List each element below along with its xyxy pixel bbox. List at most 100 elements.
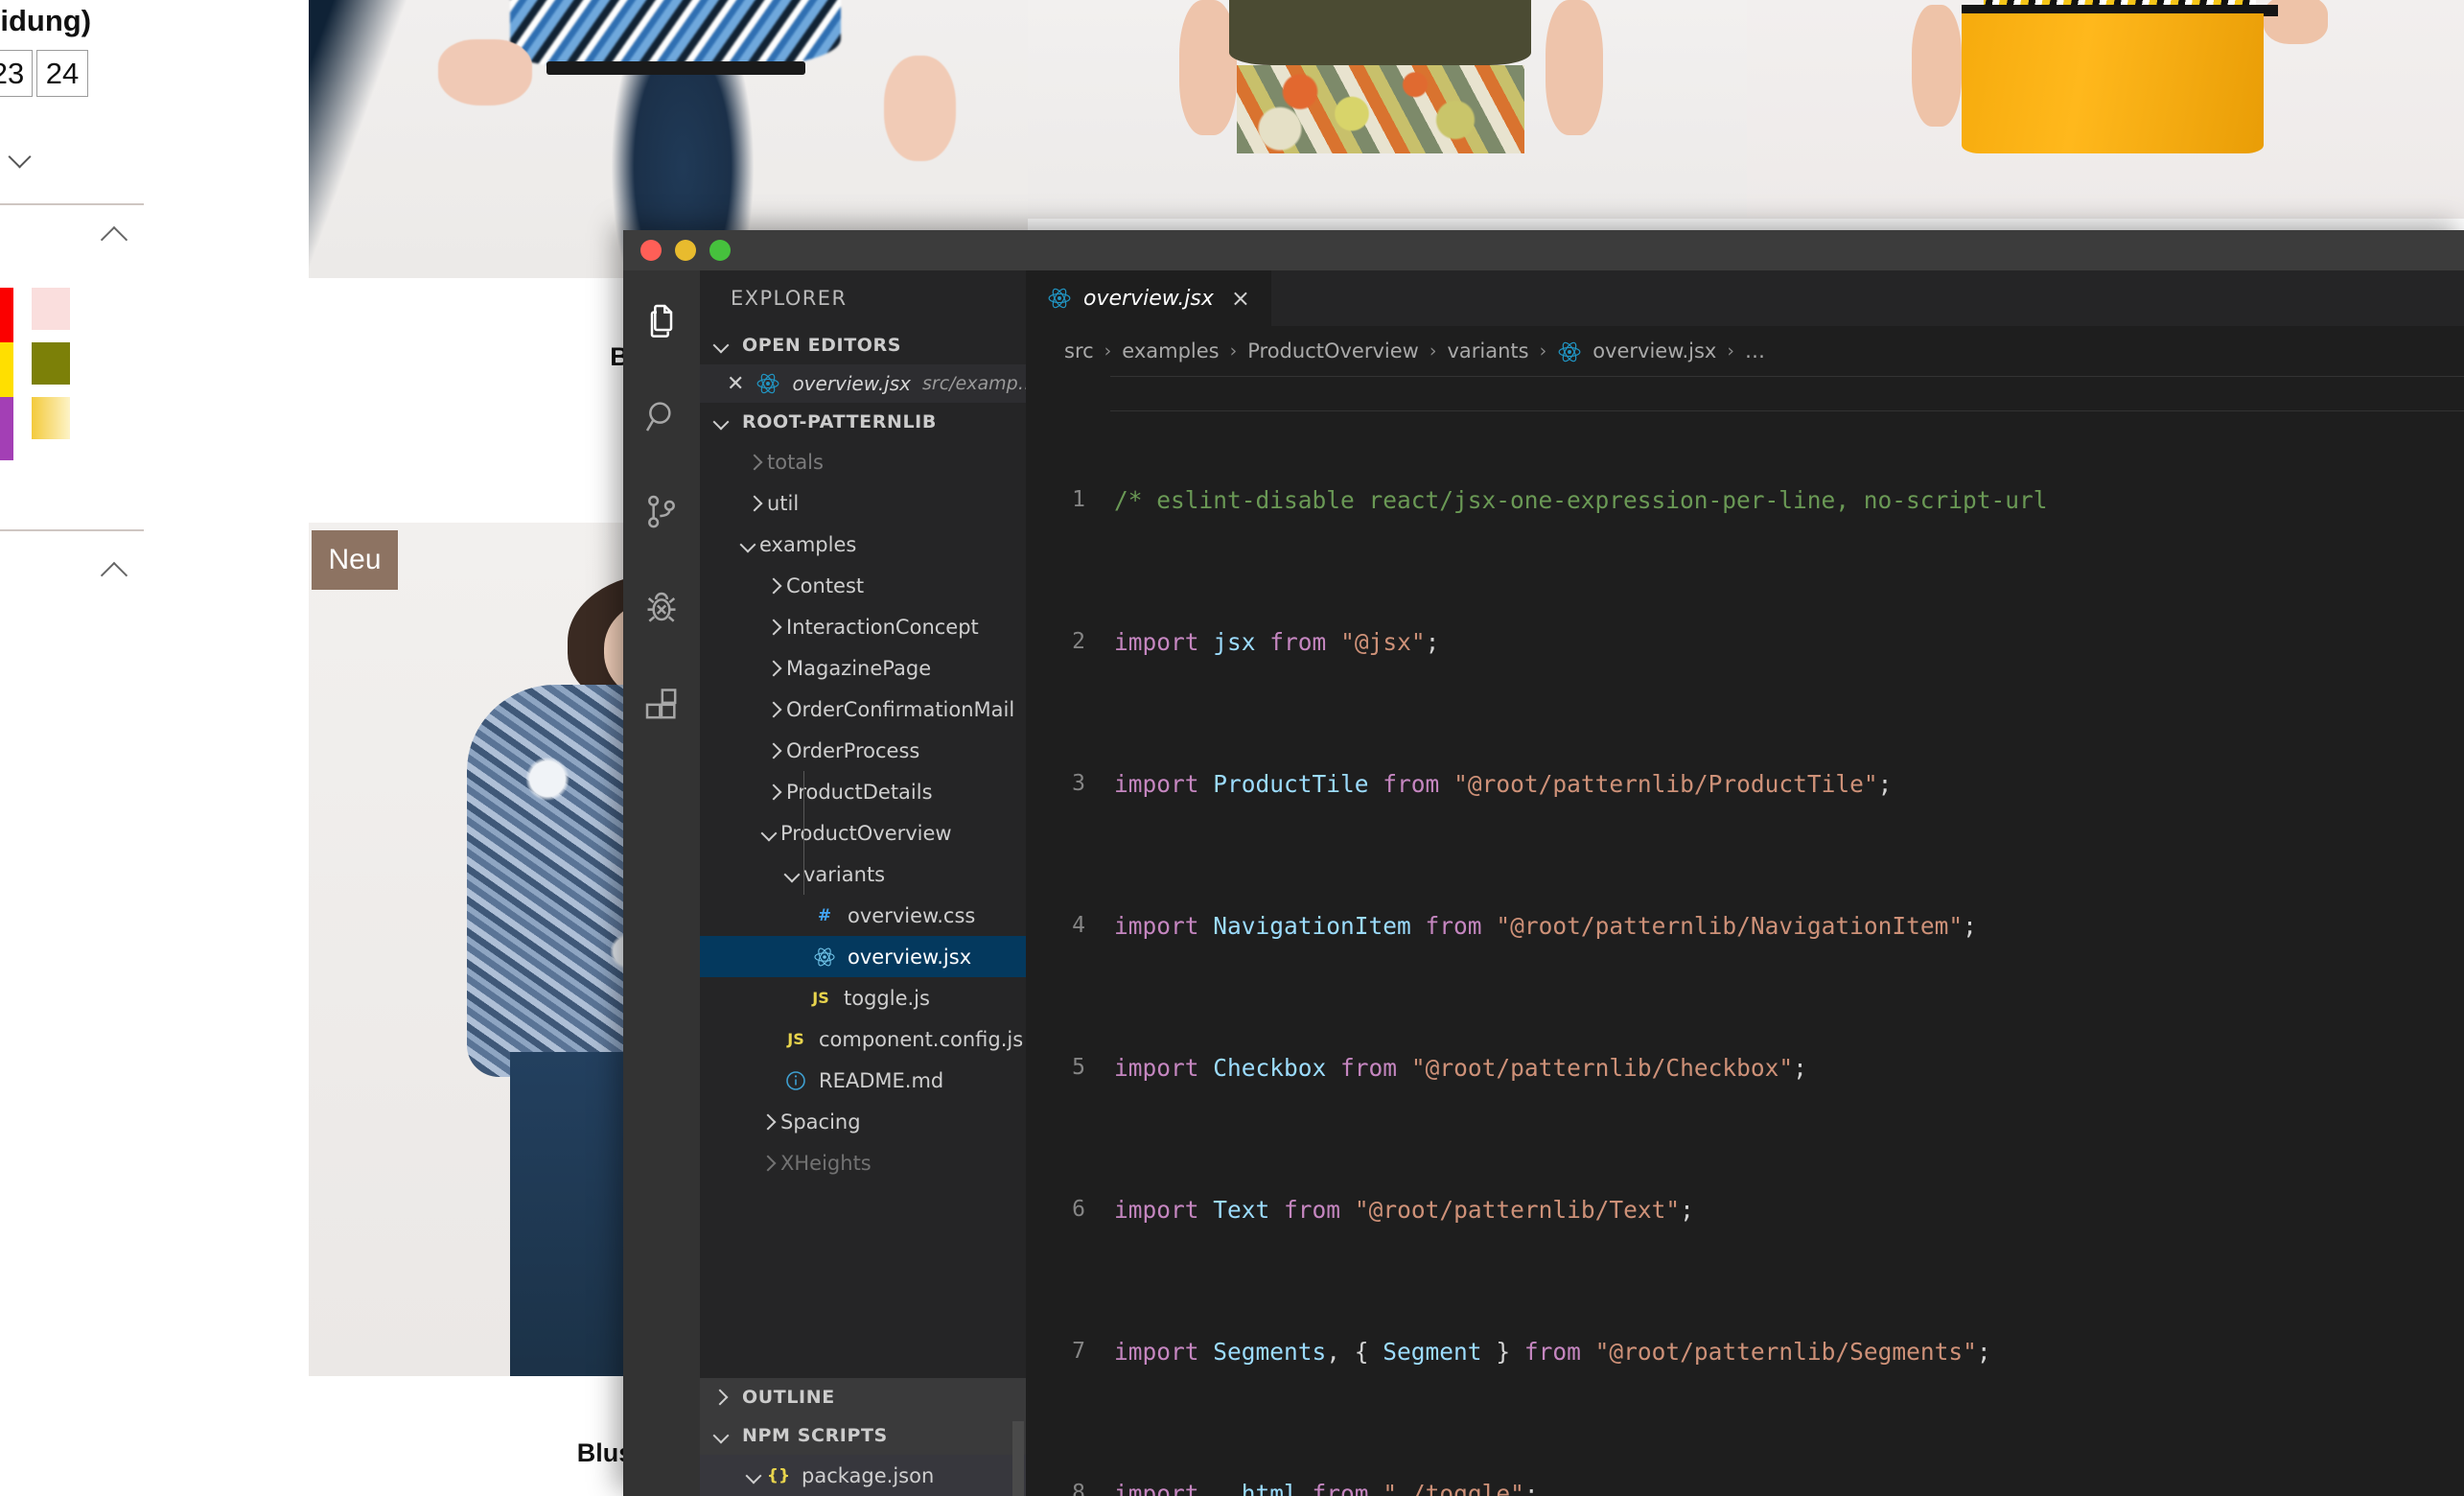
breadcrumb[interactable]: src › examples › ProductOverview › varia… — [1026, 326, 2464, 376]
line-content[interactable]: import __html from "./toggle"; — [1110, 1476, 2464, 1496]
chevron-up-icon[interactable] — [101, 219, 133, 251]
zoom-window-button[interactable] — [709, 240, 731, 261]
breadcrumb-item-variants[interactable]: variants — [1447, 339, 1528, 362]
code-line[interactable]: 7 import Segments, { Segment } from "@ro… — [1026, 1334, 2464, 1369]
vscode-window[interactable]: EXPLORER OPEN EDITORS ✕ overview.jsx src… — [623, 230, 2464, 1496]
tree-item-orderprocess[interactable]: OrderProcess — [700, 730, 1026, 771]
tree-item-productoverview[interactable]: ProductOverview — [700, 812, 1026, 853]
tree-item-label: variants — [803, 862, 886, 886]
tab-label: overview.jsx — [1083, 286, 1214, 311]
window-titlebar[interactable] — [623, 230, 2464, 270]
sidebar-scrollbar[interactable] — [1012, 1421, 1024, 1496]
activity-bar-item-source-control[interactable] — [635, 487, 688, 541]
tree-item-overview-css[interactable]: # overview.css — [700, 895, 1026, 936]
line-content[interactable]: import Segments, { Segment } from "@root… — [1110, 1334, 2464, 1369]
breadcrumb-item-more[interactable]: … — [1745, 339, 1765, 362]
tree-item-toggle-js[interactable]: JS toggle.js — [700, 977, 1026, 1018]
file-tree[interactable]: totals util examples Contest Interaction… — [700, 441, 1026, 1496]
line-number: 4 — [1072, 913, 1085, 938]
current-line-highlight — [1110, 376, 2464, 411]
activity-bar-item-run-and-debug[interactable] — [635, 583, 688, 637]
explorer-sidebar[interactable]: EXPLORER OPEN EDITORS ✕ overview.jsx src… — [700, 270, 1036, 1496]
code-lines[interactable]: 1 /* eslint-disable react/jsx-one-expres… — [1026, 376, 2464, 1496]
code-editor[interactable]: 1 /* eslint-disable react/jsx-one-expres… — [1026, 376, 2464, 1496]
line-content[interactable]: import Text from "@root/patternlib/Text"… — [1110, 1192, 2464, 1227]
close-icon[interactable]: ✕ — [727, 372, 744, 396]
open-editor-item[interactable]: ✕ overview.jsx src/examp… — [700, 364, 1036, 403]
tree-item-orderconfirmationmail[interactable]: OrderConfirmationMail — [700, 689, 1026, 730]
tree-item-label: MagazinePage — [786, 656, 932, 680]
color-swatch[interactable] — [32, 288, 70, 330]
chevron-right-icon — [765, 699, 786, 720]
tree-item-magazinepage[interactable]: MagazinePage — [700, 647, 1026, 689]
activity-bar-item-explorer[interactable] — [635, 295, 688, 349]
filter-expand-row[interactable]: gen — [0, 139, 34, 172]
line-content[interactable]: /* eslint-disable react/jsx-one-expressi… — [1110, 482, 2464, 518]
line-content[interactable]: import ProductTile from "@root/patternli… — [1110, 766, 2464, 802]
size-option[interactable]: 23 — [0, 50, 33, 97]
chevron-down-icon — [782, 864, 803, 885]
line-number: 8 — [1072, 1481, 1085, 1496]
breadcrumb-item-examples[interactable]: examples — [1122, 339, 1219, 362]
tab-overview-jsx[interactable]: overview.jsx × — [1026, 270, 1272, 326]
close-window-button[interactable] — [640, 240, 662, 261]
tree-item-label: toggle.js — [844, 986, 930, 1010]
section-outline[interactable]: OUTLINE — [700, 1378, 1026, 1416]
tree-item-variants[interactable]: variants — [700, 853, 1026, 895]
tree-item-util[interactable]: util — [700, 482, 1026, 524]
code-line[interactable]: 5 import Checkbox from "@root/patternlib… — [1026, 1050, 2464, 1086]
code-line[interactable]: 1 /* eslint-disable react/jsx-one-expres… — [1026, 482, 2464, 518]
code-line[interactable]: 3 import ProductTile from "@root/pattern… — [1026, 766, 2464, 802]
tree-item-totals[interactable]: totals — [700, 441, 1026, 482]
code-line[interactable]: 4 import NavigationItem from "@root/patt… — [1026, 908, 2464, 944]
tree-item-spacing[interactable]: Spacing — [700, 1101, 1026, 1142]
chevron-down-icon — [711, 1425, 732, 1446]
tree-item-label: util — [767, 491, 800, 515]
close-icon[interactable]: × — [1231, 285, 1250, 312]
tree-item-label: overview.css — [848, 903, 976, 927]
activity-bar-item-extensions[interactable] — [635, 679, 688, 733]
size-option[interactable]: 24 — [36, 50, 88, 97]
chevron-up-icon[interactable] — [101, 554, 133, 587]
extensions-icon — [642, 685, 681, 727]
code-line[interactable]: 6 import Text from "@root/patternlib/Tex… — [1026, 1192, 2464, 1227]
section-npm-scripts[interactable]: NPM SCRIPTS — [700, 1416, 1026, 1455]
product-tile-3[interactable] — [1747, 0, 2464, 219]
filter-sidebar: ekleidung) 23 24 gen — [0, 0, 288, 1496]
section-open-editors[interactable]: OPEN EDITORS — [700, 326, 1026, 364]
line-content[interactable]: import Checkbox from "@root/patternlib/C… — [1110, 1050, 2464, 1086]
line-content[interactable]: import jsx from "@jsx"; — [1110, 624, 2464, 660]
minimize-window-button[interactable] — [675, 240, 696, 261]
tree-item-component-config-js[interactable]: JS component.config.js — [700, 1018, 1026, 1060]
color-swatch[interactable] — [0, 397, 13, 460]
breadcrumb-item-src[interactable]: src — [1064, 339, 1094, 362]
section-root-patternlib[interactable]: ROOT-PATTERNLIB — [700, 403, 1026, 441]
activity-bar-item-search[interactable] — [635, 391, 688, 445]
tree-item-examples[interactable]: examples — [700, 524, 1026, 565]
color-swatch[interactable] — [32, 342, 70, 385]
sidebar-bottom-sections[interactable]: OUTLINE NPM SCRIPTS {} package.json — [700, 1378, 1026, 1496]
product-tile-2[interactable] — [1028, 0, 1747, 219]
editor-tabbar[interactable]: overview.jsx × — [1026, 270, 2464, 326]
tree-item-readme-md[interactable]: README.md — [700, 1060, 1026, 1101]
tree-item-overview-jsx[interactable]: overview.jsx — [700, 936, 1026, 977]
tree-item-interactionconcept[interactable]: InteractionConcept — [700, 606, 1026, 647]
npm-script-label: package.json — [802, 1463, 935, 1487]
code-line[interactable]: 2 import jsx from "@jsx"; — [1026, 624, 2464, 660]
tree-item-productdetails[interactable]: ProductDetails — [700, 771, 1026, 812]
activity-bar[interactable] — [623, 270, 700, 1496]
line-number: 1 — [1072, 487, 1085, 512]
color-swatch[interactable] — [32, 397, 70, 439]
tree-item-contest[interactable]: Contest — [700, 565, 1026, 606]
breadcrumb-item-overview-jsx[interactable]: overview.jsx — [1592, 339, 1716, 362]
editor-pane[interactable]: overview.jsx × src › examples › ProductO… — [1026, 270, 2464, 1496]
breadcrumb-item-productoverview[interactable]: ProductOverview — [1247, 339, 1419, 362]
json-icon: {} — [766, 1465, 791, 1485]
react-icon — [1047, 286, 1072, 311]
tree-item-xheights[interactable]: XHeights — [700, 1142, 1026, 1183]
line-number: 7 — [1072, 1339, 1085, 1364]
code-line[interactable]: 8 import __html from "./toggle"; — [1026, 1476, 2464, 1496]
line-content[interactable]: import NavigationItem from "@root/patter… — [1110, 908, 2464, 944]
chevron-down-icon — [9, 143, 34, 168]
npm-script-package-json[interactable]: {} package.json — [700, 1455, 1026, 1496]
